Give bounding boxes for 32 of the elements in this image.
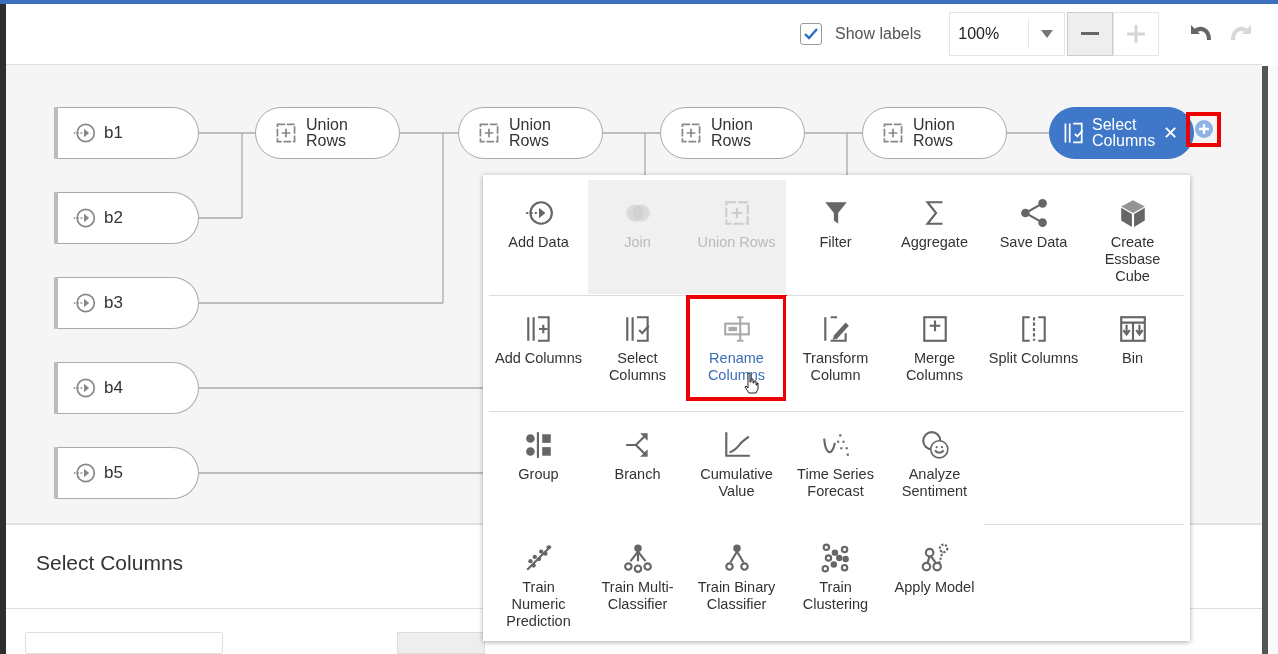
minus-icon bbox=[1081, 32, 1100, 36]
group-icon bbox=[523, 430, 554, 460]
panel-button[interactable] bbox=[397, 632, 485, 654]
data-source-node[interactable]: b4 bbox=[54, 361, 199, 414]
cluster-dots-icon bbox=[820, 543, 851, 573]
model-icon bbox=[919, 543, 950, 573]
caret-icon bbox=[1041, 29, 1054, 38]
share-icon bbox=[1018, 198, 1049, 228]
zoom-out-button[interactable] bbox=[1067, 11, 1114, 56]
circle-arrow-icon bbox=[523, 198, 554, 228]
menu-item[interactable]: Rename Columns bbox=[687, 296, 786, 400]
checkbox[interactable] bbox=[800, 22, 822, 45]
tree-icon bbox=[622, 543, 653, 573]
zoom-dropdown[interactable]: 100% bbox=[949, 11, 1066, 56]
data-source-node[interactable]: b2 bbox=[54, 191, 199, 244]
scrollbar[interactable] bbox=[1262, 66, 1278, 654]
columns-check-icon bbox=[1062, 120, 1086, 145]
bin-icon bbox=[1117, 314, 1148, 344]
data-source-node[interactable]: b3 bbox=[54, 276, 199, 329]
data-source-node[interactable]: b1 bbox=[54, 106, 199, 159]
input-field[interactable] bbox=[25, 632, 223, 654]
close-icon[interactable]: ✕ bbox=[1163, 121, 1179, 144]
step-node[interactable]: Union Rows bbox=[458, 106, 603, 159]
add-step-icon[interactable] bbox=[1194, 120, 1213, 139]
data-source-node[interactable]: b5 bbox=[54, 446, 199, 499]
rename-icon bbox=[721, 314, 752, 344]
smiley-faces-icon bbox=[919, 430, 950, 460]
show-labels-label: Show labels bbox=[835, 24, 922, 43]
step-node[interactable]: Union Rows bbox=[255, 106, 400, 159]
plus-icon bbox=[1126, 23, 1147, 44]
step-node[interactable]: Union Rows bbox=[862, 106, 1007, 159]
step-node[interactable]: Union Rows bbox=[660, 106, 805, 159]
